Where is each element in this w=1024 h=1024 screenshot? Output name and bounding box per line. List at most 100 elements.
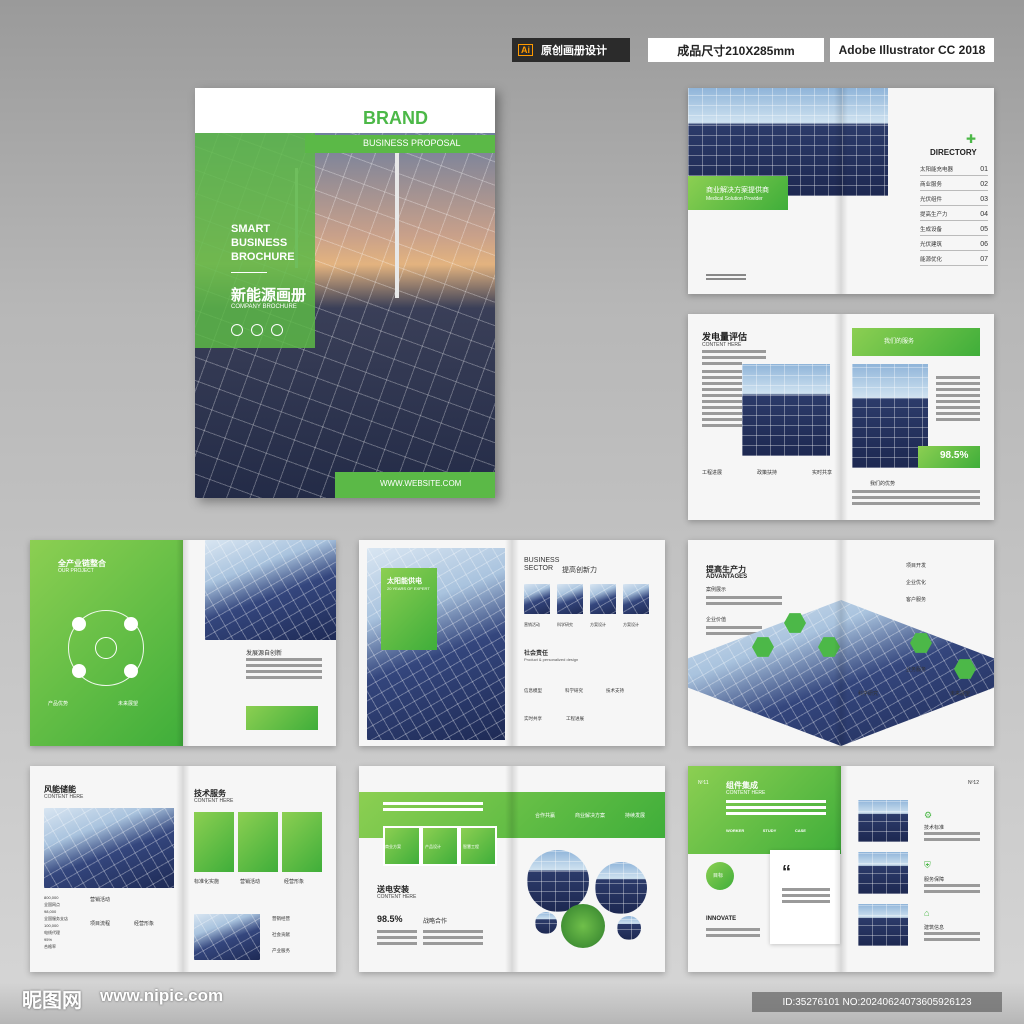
text-lines [852, 490, 980, 508]
p8-content: CONTENT HERE [726, 790, 766, 796]
p2-content: CONTENT HERE [702, 342, 742, 348]
text-lines [726, 800, 826, 818]
text-lines [246, 658, 322, 682]
directory-heading: DIRECTORY [930, 148, 977, 157]
text-lines [706, 596, 782, 608]
p5-right: 项目开发 企业优化 客户服务 [906, 562, 986, 613]
p4-thumb: 方案设计 [590, 584, 616, 628]
gear-icon: ⚙ [924, 810, 933, 820]
cover-page: BRAND BUSINESS PROPOSAL SMART BUSINESS B… [195, 88, 495, 498]
divider [231, 272, 267, 273]
directory-list: 太阳能充电器 01 商业服务 02 光伏组件 03 提高生产力 04 生成设备 05 光伏建筑 06 能… [920, 163, 988, 268]
node-icon [124, 617, 138, 631]
directory-item-num: 06 [980, 240, 988, 248]
directory-item-label: 生成设备 [920, 227, 943, 233]
spread-directory: 商业解决方案提供商 Medical Solution Provider ✚ DI… [688, 88, 994, 294]
directory-item-label: 光伏组件 [920, 197, 943, 203]
top-bar-item-design: 原创画册设计 [541, 45, 607, 57]
cover-title-en: SMART BUSINESS BROCHURE [231, 222, 295, 264]
p5-item: 未来展望 [950, 691, 971, 697]
p4-thumb: 营销活动 [524, 584, 550, 628]
sun-icon [271, 324, 283, 336]
p8-circle-label: 目标 [713, 873, 724, 879]
directory-item: 生成设备 05 [920, 223, 988, 236]
p8-innovate: INNOVATE [706, 916, 737, 922]
p4-sector: SECTOR [524, 565, 554, 572]
text-lines [423, 930, 483, 948]
p3-sub: 发展源自创新 [246, 651, 283, 657]
text-lines [702, 370, 742, 430]
watermark-url: www.nipic.com [100, 986, 224, 1005]
text-lines [782, 888, 830, 906]
grass-circle-photo [561, 904, 605, 948]
small-circle-photo [535, 912, 557, 934]
directory-banner-cn: 商业解决方案提供商 [706, 187, 769, 194]
node-icon [124, 664, 138, 678]
p4-thumb-label: 科学研究 [557, 622, 573, 627]
solar-panel-photo [205, 540, 336, 640]
p4-row2: 信息模型 科学研究 技术支持 [524, 688, 624, 694]
top-bar-item-software: Adobe Illustrator CC 2018 [830, 38, 994, 62]
p8-tab: WORKER [726, 828, 745, 833]
p4-row3-label: 工程进展 [566, 716, 584, 721]
p4-row3: 实时共享 工程进展 [524, 716, 584, 722]
p6-box-label: 标准化实施 [194, 879, 220, 885]
spread-productivity: 提高生产力 ADVANTAGES 案例展示 企业价值 项目开发 企业优化 客户服务 … [688, 540, 994, 746]
p5-right-item: 企业优化 [906, 580, 927, 586]
p7-partner: 战略合作 [423, 919, 448, 925]
p7-percent: 98.5% [377, 914, 403, 924]
p8-tabs: WORKER STUDY CASE [726, 828, 806, 833]
p2-label: 工程进展 [702, 470, 723, 476]
thumb-photo [590, 584, 616, 614]
p4-row2-label: 信息模型 [524, 688, 542, 693]
text-lines [377, 930, 417, 948]
p4-business: BUSINESS [524, 557, 560, 564]
shield-icon: ⛨ [924, 860, 931, 870]
ai-icon: Ai [518, 44, 533, 56]
text-lines [383, 802, 483, 814]
directory-item-num: 02 [980, 180, 988, 188]
p6-right-item: 社会贡献 [272, 932, 290, 937]
p5-item: 业务服务 [906, 667, 927, 673]
directory-item-num: 04 [980, 210, 988, 218]
directory-item: 光伏建筑 06 [920, 238, 988, 251]
wind-turbine-icon [395, 148, 399, 298]
p6-stat: 合格率 [44, 944, 56, 949]
directory-item: 光伏组件 03 [920, 193, 988, 206]
cover-title-line: SMART [231, 223, 271, 235]
directory-item-label: 提高生产力 [920, 212, 948, 218]
watermark-id: ID:35276101 NO:20240624073605926123 [752, 992, 1002, 1012]
p2-label: 政策扶持 [756, 470, 777, 476]
p6-stat: 98,000 [44, 909, 57, 914]
text-lines [924, 932, 980, 944]
p6-label: 营销活动 [90, 897, 111, 903]
p6-box [282, 812, 322, 872]
p2-advantage: 我们的优势 [870, 481, 896, 487]
top-bar-item-size: 成品尺寸210X285mm [648, 38, 824, 62]
gear-icon [95, 637, 117, 659]
directory-small-text [706, 274, 746, 280]
p4-solar: 太阳能供电 [387, 578, 422, 585]
solar-field-photo [852, 364, 928, 468]
p4-thumb: 科学研究 [557, 584, 583, 628]
cover-website: WWW.WEBSITE.COM [380, 479, 462, 488]
p4-thumb-label: 方案设计 [590, 622, 606, 627]
thumb-photo [557, 584, 583, 614]
p4-thumb-label: 营销活动 [524, 622, 540, 627]
p4-row2-label: 技术支持 [606, 688, 624, 693]
spread-solar-power: 太阳能供电 20 YEARS OF EXPERT BUSINESS SECTOR… [359, 540, 665, 746]
p7-circle-label: 商业解决方案 [575, 813, 606, 819]
p4-row2-label: 科学研究 [565, 688, 583, 693]
p5-advantages: ADVANTAGES [706, 574, 748, 580]
p7-box-label: 智慧工程 [463, 844, 479, 849]
quote-icon: “ [782, 862, 791, 882]
p6-right: 营销经营 社会贡献 产业服务 [272, 916, 328, 964]
p8-num1: Nº11 [698, 780, 709, 786]
directory-item: 能源优化 07 [920, 253, 988, 266]
plus-icon: ✚ [966, 132, 977, 146]
p7-box-label: 商业方案 [385, 844, 401, 849]
leaf-icon [231, 324, 243, 336]
tower-circle-photo [527, 850, 589, 912]
spread-industry-chain: 全产业链整合 OUR PROJECT 产品优势 未来展望 发展源自创新 [30, 540, 336, 746]
p8-item: 服务保障 [924, 877, 945, 883]
